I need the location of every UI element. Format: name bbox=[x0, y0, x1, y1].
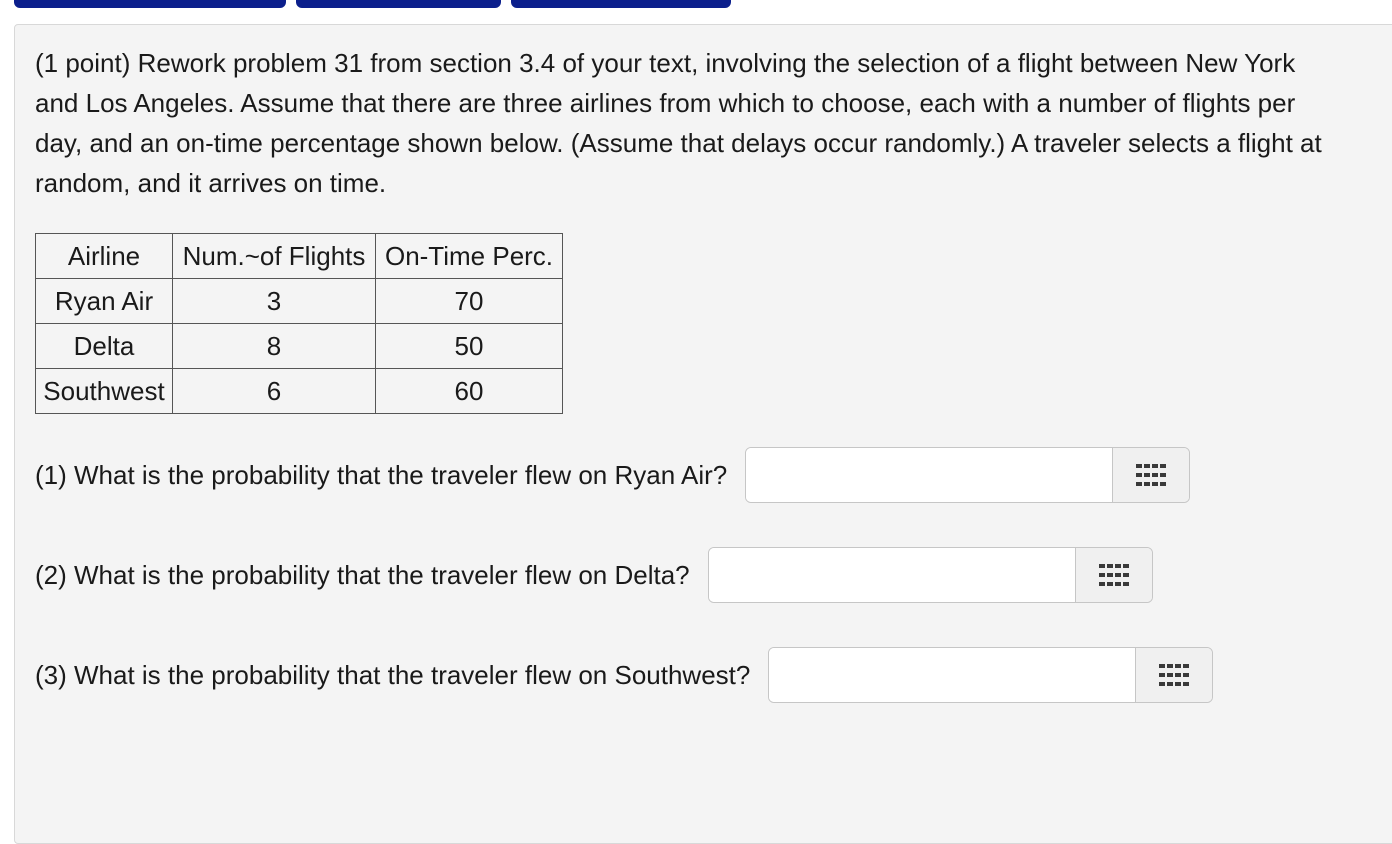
problem-panel: (1 point) Rework problem 31 from section… bbox=[14, 24, 1392, 844]
grid-icon bbox=[1098, 564, 1129, 586]
answer-box-1 bbox=[745, 447, 1191, 503]
num-flights-cell: 3 bbox=[172, 278, 376, 324]
column-header-on-time: On-Time Perc. bbox=[375, 233, 563, 279]
table-row: Ryan Air 3 70 bbox=[35, 278, 563, 324]
num-flights-cell: 8 bbox=[172, 323, 376, 369]
question-2-label: (2) What is the probability that the tra… bbox=[35, 560, 690, 590]
table-row: Southwest 6 60 bbox=[35, 368, 563, 414]
column-header-airline: Airline bbox=[35, 233, 173, 279]
table-header-row: Airline Num.~of Flights On-Time Perc. bbox=[35, 233, 563, 279]
table-row: Delta 8 50 bbox=[35, 323, 563, 369]
equation-editor-button-1[interactable] bbox=[1112, 448, 1190, 502]
equation-editor-button-3[interactable] bbox=[1135, 648, 1213, 702]
answer-box-3 bbox=[768, 647, 1214, 703]
question-3: (3) What is the probability that the tra… bbox=[35, 646, 1214, 704]
question-1-label: (1) What is the probability that the tra… bbox=[35, 460, 728, 490]
on-time-cell: 50 bbox=[375, 323, 563, 369]
grid-icon bbox=[1136, 464, 1167, 486]
top-tab-1[interactable] bbox=[14, 0, 286, 8]
airline-cell: Ryan Air bbox=[35, 278, 173, 324]
on-time-cell: 70 bbox=[375, 278, 563, 324]
equation-editor-button-2[interactable] bbox=[1074, 548, 1152, 602]
top-tab-bar bbox=[0, 0, 1392, 9]
top-tab-2[interactable] bbox=[296, 0, 501, 8]
grid-icon bbox=[1159, 664, 1190, 686]
on-time-cell: 60 bbox=[375, 368, 563, 414]
question-2: (2) What is the probability that the tra… bbox=[35, 546, 1153, 604]
num-flights-cell: 6 bbox=[172, 368, 376, 414]
top-tab-3[interactable] bbox=[511, 0, 731, 8]
answer-input-3[interactable] bbox=[769, 648, 1136, 702]
airline-cell: Southwest bbox=[35, 368, 173, 414]
airline-table: Airline Num.~of Flights On-Time Perc. Ry… bbox=[35, 233, 563, 414]
column-header-num-flights: Num.~of Flights bbox=[172, 233, 376, 279]
answer-input-2[interactable] bbox=[708, 548, 1075, 602]
question-1: (1) What is the probability that the tra… bbox=[35, 446, 1191, 504]
answer-input-1[interactable] bbox=[746, 448, 1113, 502]
answer-box-2 bbox=[707, 547, 1153, 603]
problem-statement: (1 point) Rework problem 31 from section… bbox=[35, 48, 1322, 198]
question-3-label: (3) What is the probability that the tra… bbox=[35, 660, 751, 690]
airline-cell: Delta bbox=[35, 323, 173, 369]
